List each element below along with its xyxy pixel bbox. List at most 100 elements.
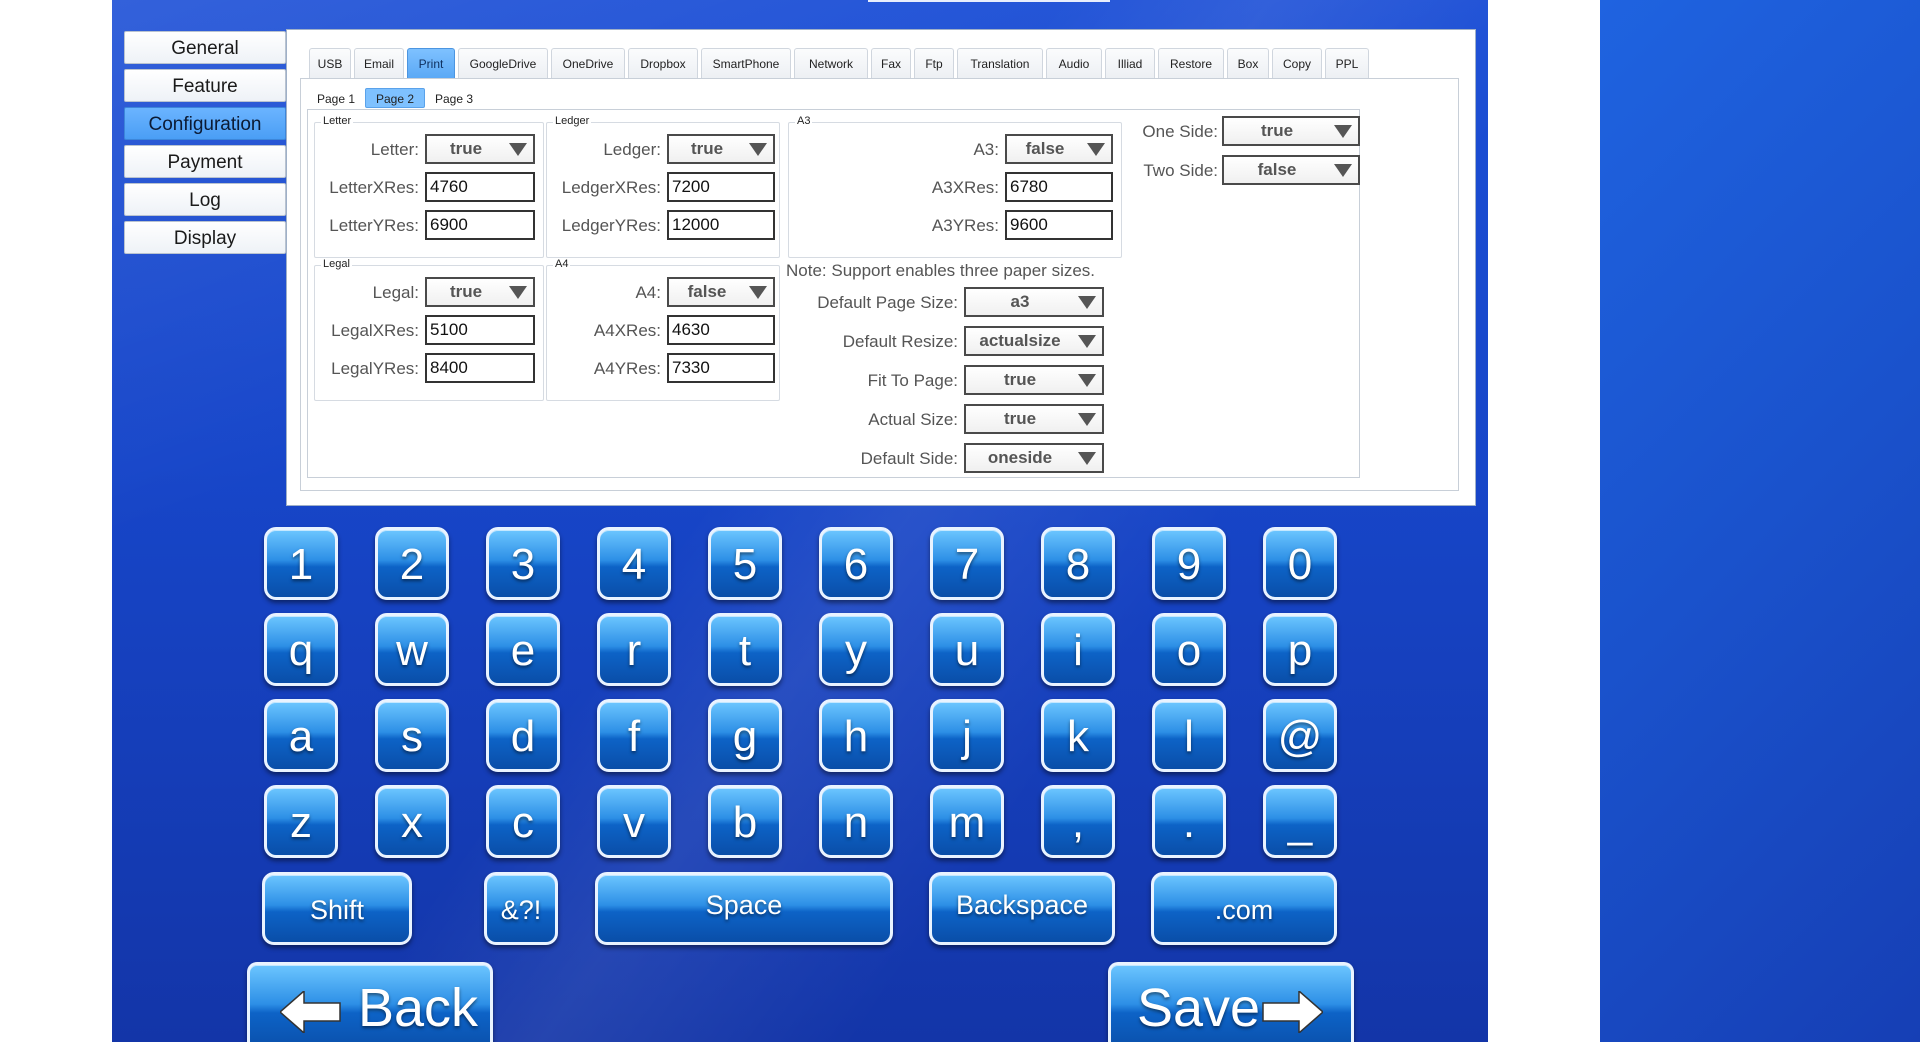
key-4[interactable]: 4: [597, 527, 671, 600]
tab-onedrive[interactable]: OneDrive: [551, 48, 625, 79]
fit-to-page-dropdown[interactable]: true: [964, 365, 1104, 395]
key-5[interactable]: 5: [708, 527, 782, 600]
key-dotcom[interactable]: .com: [1151, 872, 1337, 945]
key-m[interactable]: m: [930, 785, 1004, 858]
ledger-yres-field[interactable]: 12000: [667, 210, 775, 240]
key-w[interactable]: w: [375, 613, 449, 686]
sidebar-item-feature[interactable]: Feature: [124, 69, 286, 102]
key-b[interactable]: b: [708, 785, 782, 858]
legal-enabled-dropdown[interactable]: true: [425, 277, 535, 307]
key-at[interactable]: @: [1263, 699, 1337, 772]
key-2[interactable]: 2: [375, 527, 449, 600]
key-h[interactable]: h: [819, 699, 893, 772]
tab-network[interactable]: Network: [794, 48, 868, 79]
letter-label: Letter:: [370, 140, 419, 159]
key-p[interactable]: p: [1263, 613, 1337, 686]
key-shift[interactable]: Shift: [262, 872, 412, 945]
key-1[interactable]: 1: [264, 527, 338, 600]
tab-dropbox[interactable]: Dropbox: [628, 48, 698, 79]
key-s[interactable]: s: [375, 699, 449, 772]
key-f[interactable]: f: [597, 699, 671, 772]
save-button[interactable]: Save: [1108, 962, 1354, 1042]
key-8[interactable]: 8: [1041, 527, 1115, 600]
letter-xres-field[interactable]: 4760: [425, 172, 535, 202]
default-page-size-dropdown[interactable]: a3: [964, 287, 1104, 317]
kiosk-app: General Feature Configuration Payment Lo…: [112, 0, 1488, 1042]
sidebar-item-display[interactable]: Display: [124, 221, 286, 254]
tab-ftp[interactable]: Ftp: [914, 48, 954, 79]
key-c[interactable]: c: [486, 785, 560, 858]
key-3[interactable]: 3: [486, 527, 560, 600]
key-symbols[interactable]: &?!: [484, 872, 558, 945]
sidebar-item-log[interactable]: Log: [124, 183, 286, 216]
tab-box[interactable]: Box: [1227, 48, 1269, 79]
key-i[interactable]: i: [1041, 613, 1115, 686]
key-q[interactable]: q: [264, 613, 338, 686]
tab-copy[interactable]: Copy: [1272, 48, 1322, 79]
tab-fax[interactable]: Fax: [871, 48, 911, 79]
key-7[interactable]: 7: [930, 527, 1004, 600]
actual-size-dropdown[interactable]: true: [964, 404, 1104, 434]
subtab-page-2[interactable]: Page 2: [365, 88, 425, 108]
default-side-dropdown[interactable]: oneside: [964, 443, 1104, 473]
key-y[interactable]: y: [819, 613, 893, 686]
letter-group-title: Letter: [321, 115, 354, 127]
key-k[interactable]: k: [1041, 699, 1115, 772]
letter-yres-field[interactable]: 6900: [425, 210, 535, 240]
key-space[interactable]: Space: [595, 872, 893, 945]
a3-enabled-dropdown[interactable]: false: [1005, 134, 1113, 164]
key-n[interactable]: n: [819, 785, 893, 858]
tab-ppl[interactable]: PPL: [1325, 48, 1369, 79]
tab-illiad[interactable]: Illiad: [1105, 48, 1155, 79]
legal-xres-field[interactable]: 5100: [425, 315, 535, 345]
key-v[interactable]: v: [597, 785, 671, 858]
a3-xres-label: A3XRes:: [931, 178, 999, 197]
key-0[interactable]: 0: [1263, 527, 1337, 600]
tab-smartphone[interactable]: SmartPhone: [701, 48, 791, 79]
key-r[interactable]: r: [597, 613, 671, 686]
sidebar-item-payment[interactable]: Payment: [124, 145, 286, 178]
tab-audio[interactable]: Audio: [1046, 48, 1102, 79]
ledger-xres-label: LedgerXRes:: [561, 178, 661, 197]
key-e[interactable]: e: [486, 613, 560, 686]
tab-restore[interactable]: Restore: [1158, 48, 1224, 79]
default-resize-dropdown[interactable]: actualsize: [964, 326, 1104, 356]
letter-group: Letter Letter: true LetterXRes: 4760 Let…: [314, 115, 544, 258]
a3-yres-field[interactable]: 9600: [1005, 210, 1113, 240]
sidebar-item-general[interactable]: General: [124, 31, 286, 64]
subtab-page-3[interactable]: Page 3: [427, 88, 481, 108]
key-period[interactable]: .: [1152, 785, 1226, 858]
key-9[interactable]: 9: [1152, 527, 1226, 600]
ledger-xres-field[interactable]: 7200: [667, 172, 775, 202]
key-o[interactable]: o: [1152, 613, 1226, 686]
key-g[interactable]: g: [708, 699, 782, 772]
key-6[interactable]: 6: [819, 527, 893, 600]
key-underscore[interactable]: _: [1263, 785, 1337, 858]
key-t[interactable]: t: [708, 613, 782, 686]
key-z[interactable]: z: [264, 785, 338, 858]
subtab-page-1[interactable]: Page 1: [309, 88, 363, 108]
chevron-down-icon: [509, 143, 527, 156]
chevron-down-icon: [1078, 452, 1096, 465]
tab-usb[interactable]: USB: [309, 48, 351, 79]
key-d[interactable]: d: [486, 699, 560, 772]
key-backspace[interactable]: Backspace: [929, 872, 1115, 945]
letter-enabled-dropdown[interactable]: true: [425, 134, 535, 164]
tab-print[interactable]: Print: [407, 48, 455, 79]
ledger-enabled-dropdown[interactable]: true: [667, 134, 775, 164]
key-comma[interactable]: ,: [1041, 785, 1115, 858]
key-x[interactable]: x: [375, 785, 449, 858]
legal-yres-field[interactable]: 8400: [425, 353, 535, 383]
tab-translation[interactable]: Translation: [957, 48, 1043, 79]
one-side-dropdown[interactable]: true: [1222, 116, 1360, 146]
tab-email[interactable]: Email: [354, 48, 404, 79]
key-l[interactable]: l: [1152, 699, 1226, 772]
sidebar-item-configuration[interactable]: Configuration: [124, 107, 286, 140]
back-button[interactable]: Back: [247, 962, 493, 1042]
a3-xres-field[interactable]: 6780: [1005, 172, 1113, 202]
key-u[interactable]: u: [930, 613, 1004, 686]
key-j[interactable]: j: [930, 699, 1004, 772]
tab-googledrive[interactable]: GoogleDrive: [458, 48, 548, 79]
two-side-dropdown[interactable]: false: [1222, 155, 1360, 185]
key-a[interactable]: a: [264, 699, 338, 772]
